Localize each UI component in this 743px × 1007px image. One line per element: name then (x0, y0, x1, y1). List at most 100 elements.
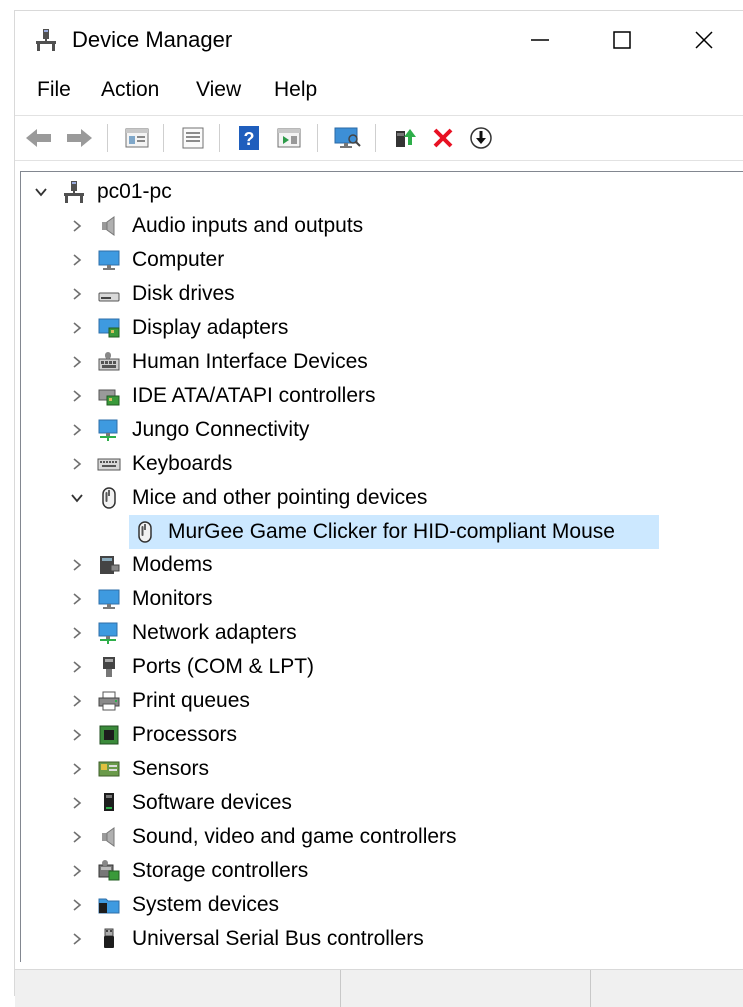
menu-view[interactable]: View (194, 76, 243, 104)
menu-file[interactable]: File (35, 76, 73, 104)
uninstall-button[interactable] (425, 120, 461, 156)
expand-chevron-icon[interactable] (67, 690, 87, 712)
tree-category-item[interactable]: Keyboards (21, 447, 741, 481)
tree-category-item[interactable]: Network adapters (21, 616, 741, 650)
expand-chevron-icon[interactable] (67, 588, 87, 610)
tree-category-item[interactable]: Software devices (21, 786, 741, 820)
close-button[interactable] (663, 11, 743, 69)
toolbar: ? (15, 115, 743, 161)
tree-category-item[interactable]: Print queues (21, 684, 741, 718)
toolbar-separator (317, 124, 318, 152)
scan-hardware-button[interactable] (329, 120, 365, 156)
computer-root-icon (62, 180, 86, 204)
expand-chevron-icon[interactable] (67, 554, 87, 576)
tree-category-item[interactable]: System devices (21, 888, 741, 922)
expand-chevron-icon[interactable] (67, 928, 87, 950)
tree-device-item[interactable]: MurGee Game Clicker for HID-compliant Mo… (21, 514, 741, 549)
menu-bar: File Action View Help (15, 71, 743, 109)
show-hidden-button[interactable] (175, 120, 211, 156)
expand-chevron-icon[interactable] (67, 283, 87, 305)
device-tree[interactable]: pc01-pc Audio inputs and outputs Computer D… (20, 171, 743, 962)
help-button[interactable]: ? (231, 120, 267, 156)
update-driver-icon (396, 129, 416, 147)
expand-chevron-icon[interactable] (67, 860, 87, 882)
action-pane-button[interactable] (271, 120, 307, 156)
tree-item-label: Sensors (132, 757, 210, 781)
collapse-chevron-icon[interactable] (67, 487, 87, 509)
tree-item-label: Processors (132, 723, 238, 747)
tree-item-label: Monitors (132, 587, 213, 611)
tree-category-item[interactable]: Storage controllers (21, 854, 741, 888)
tree-category-item[interactable]: Ports (COM & LPT) (21, 650, 741, 684)
tree-category-item[interactable]: Computer (21, 243, 741, 277)
tree-category-item[interactable]: Display adapters (21, 311, 741, 345)
toolbar-separator (107, 124, 108, 152)
tree-category-item[interactable]: Sensors (21, 752, 741, 786)
status-cell (15, 970, 341, 1007)
tree-item-label: Universal Serial Bus controllers (132, 926, 424, 950)
window-title: Device Manager (72, 27, 233, 52)
tree-item-label: Display adapters (132, 315, 289, 339)
network-icon (97, 621, 121, 645)
expand-chevron-icon[interactable] (67, 758, 87, 780)
minimize-button[interactable] (499, 11, 581, 69)
tree-item-label: Modems (132, 553, 213, 577)
tree-category-item[interactable]: Human Interface Devices (21, 345, 741, 379)
expand-chevron-icon[interactable] (67, 453, 87, 475)
collapse-chevron-icon[interactable] (31, 181, 51, 203)
software-device-icon (97, 791, 121, 815)
update-driver-button[interactable] (387, 120, 423, 156)
tree-category-item[interactable]: Modems (21, 548, 741, 582)
tree-category-item[interactable]: Disk drives (21, 277, 741, 311)
tree-item-label: Software devices (132, 791, 292, 815)
menu-help[interactable]: Help (272, 76, 319, 104)
expand-chevron-icon[interactable] (67, 419, 87, 441)
expand-chevron-icon[interactable] (67, 385, 87, 407)
hid-icon (97, 350, 121, 374)
help-icon: ? (239, 126, 259, 150)
tree-category-item[interactable]: Mice and other pointing devices (21, 481, 741, 515)
tree-category-item[interactable]: Processors (21, 718, 741, 752)
expand-chevron-icon[interactable] (67, 317, 87, 339)
tree-category-item[interactable]: Universal Serial Bus controllers (21, 922, 741, 956)
expand-chevron-icon[interactable] (67, 656, 87, 678)
tree-category-item[interactable]: Jungo Connectivity (21, 413, 741, 447)
storage-icon (97, 859, 121, 883)
expand-chevron-icon[interactable] (67, 351, 87, 373)
tree-root-item[interactable]: pc01-pc (21, 175, 741, 209)
monitor-icon (97, 248, 121, 272)
maximize-icon (613, 31, 631, 49)
printer-icon (97, 689, 121, 713)
expand-chevron-icon[interactable] (67, 215, 87, 237)
network-icon (97, 418, 121, 442)
tree-category-item[interactable]: Audio inputs and outputs (21, 209, 741, 243)
expand-chevron-icon[interactable] (67, 249, 87, 271)
usb-icon (97, 927, 121, 951)
minimize-icon (531, 39, 549, 41)
disable-button[interactable] (463, 120, 499, 156)
tree-category-item[interactable]: IDE ATA/ATAPI controllers (21, 379, 741, 413)
tree-item-label: System devices (132, 892, 280, 916)
back-button[interactable] (21, 120, 57, 156)
speaker-icon (97, 825, 121, 849)
tree-category-item[interactable]: Monitors (21, 582, 741, 616)
tree-item-label: Sound, video and game controllers (132, 825, 457, 849)
tree-category-item[interactable]: Sound, video and game controllers (21, 820, 741, 854)
expand-chevron-icon[interactable] (67, 826, 87, 848)
monitor-icon (97, 587, 121, 611)
expand-chevron-icon[interactable] (67, 792, 87, 814)
maximize-button[interactable] (581, 11, 663, 69)
menu-action[interactable]: Action (99, 76, 161, 104)
properties-button[interactable] (119, 120, 155, 156)
uninstall-icon (433, 128, 453, 148)
close-icon (695, 31, 713, 49)
speaker-icon (97, 214, 121, 238)
title-bar[interactable]: Device Manager (15, 11, 743, 69)
forward-button[interactable] (61, 120, 97, 156)
disable-icon (470, 127, 492, 149)
expand-chevron-icon[interactable] (67, 622, 87, 644)
show-hidden-icon (182, 127, 204, 149)
expand-chevron-icon[interactable] (67, 724, 87, 746)
properties-icon (125, 128, 149, 148)
expand-chevron-icon[interactable] (67, 894, 87, 916)
